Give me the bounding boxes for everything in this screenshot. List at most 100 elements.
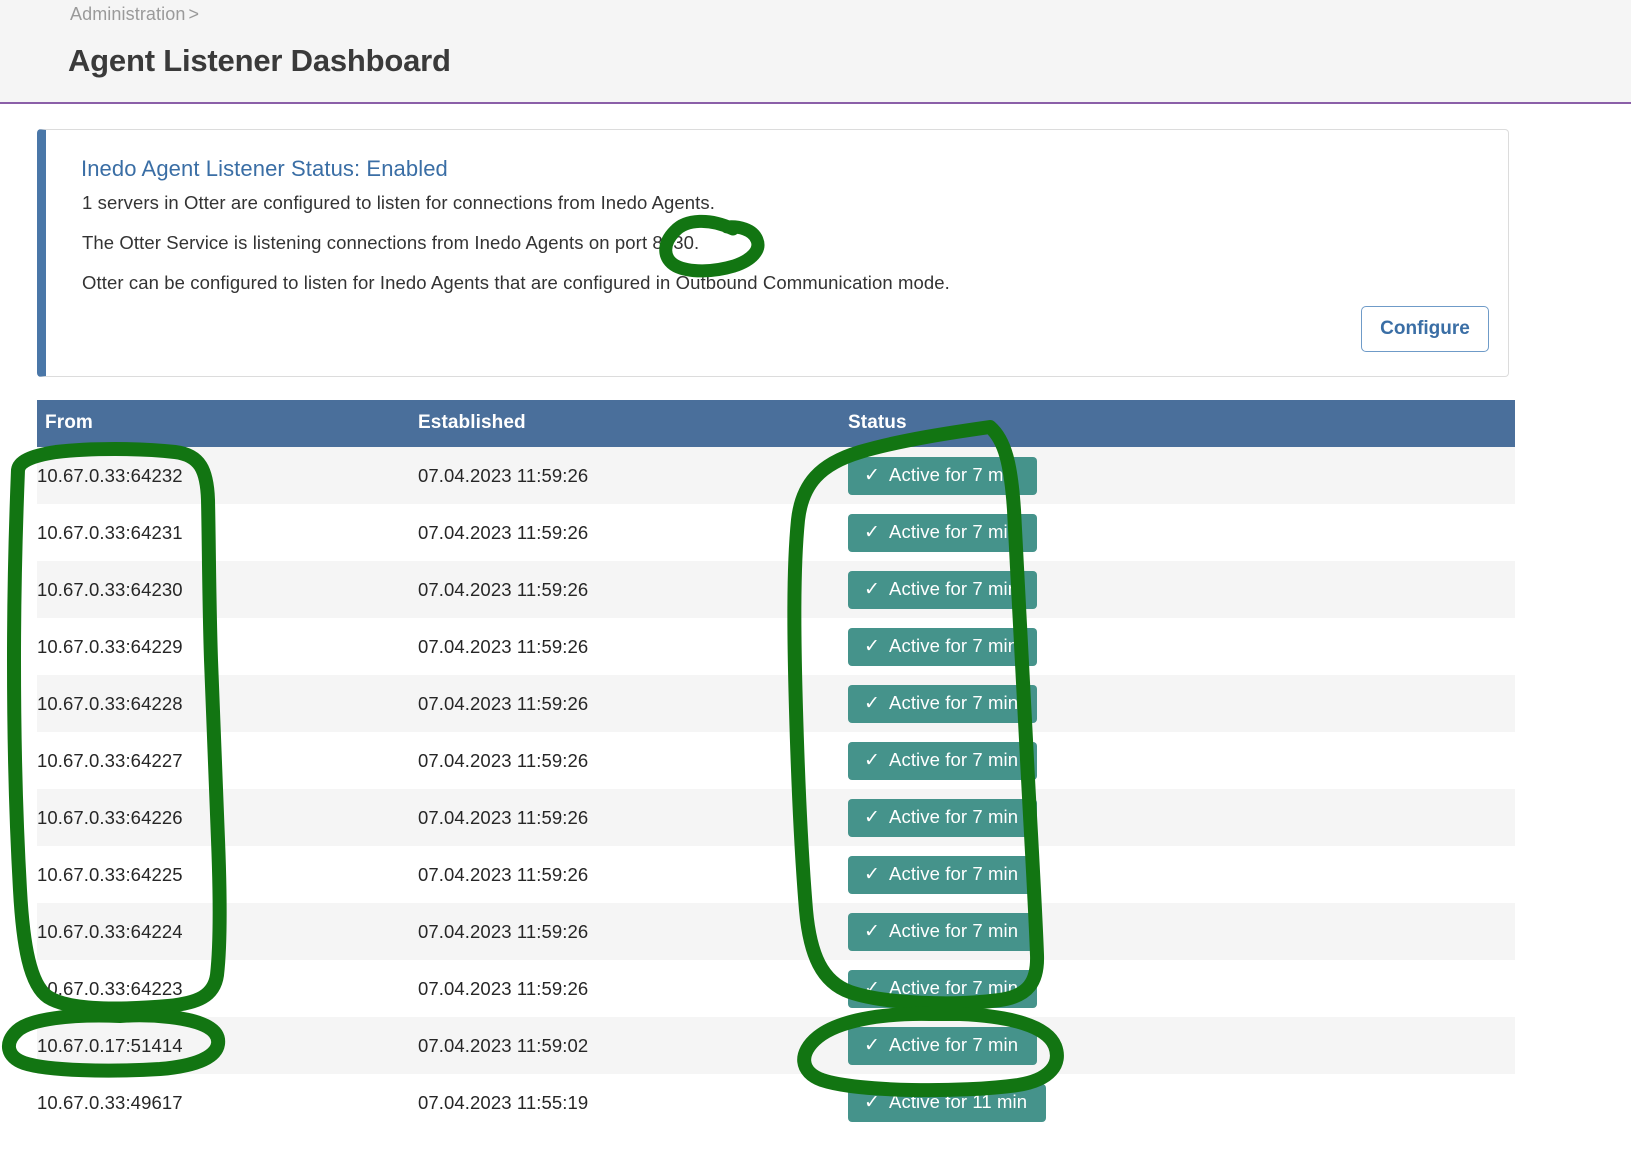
breadcrumb-separator-icon: > [188, 4, 200, 24]
cell-established: 07.04.2023 11:59:26 [418, 578, 589, 600]
breadcrumb: Administration > [70, 4, 199, 25]
cell-established: 07.04.2023 11:59:26 [418, 749, 589, 771]
check-icon: ✓ [864, 863, 881, 885]
cell-established: 07.04.2023 11:59:26 [418, 863, 589, 885]
check-icon: ✓ [864, 749, 881, 771]
cell-from: 10.67.0.33:64223 [37, 977, 183, 999]
cell-status: ✓ Active for 7 min [848, 447, 1515, 504]
status-badge[interactable]: ✓ Active for 7 min [848, 969, 1038, 1008]
status-badge-label: Active for 7 min [889, 919, 1019, 941]
check-icon: ✓ [864, 920, 881, 942]
status-badge[interactable]: ✓ Active for 7 min [848, 456, 1038, 495]
cell-from: 10.67.0.33:64226 [37, 806, 183, 828]
cell-status: ✓ Active for 7 min [848, 789, 1515, 846]
table-header-row: From Established Status [37, 400, 1515, 447]
check-icon: ✓ [864, 977, 881, 999]
check-icon: ✓ [864, 521, 881, 543]
cell-from: 10.67.0.33:64232 [37, 464, 183, 486]
cell-established: 07.04.2023 11:59:26 [418, 920, 589, 942]
status-badge-label: Active for 7 min [889, 805, 1019, 827]
check-icon: ✓ [864, 1091, 881, 1113]
cell-status: ✓ Active for 7 min [848, 903, 1515, 960]
page-title: Agent Listener Dashboard [68, 43, 451, 78]
table-body: 10.67.0.33:64232 07.04.2023 11:59:26 ✓ Acti… [37, 447, 1515, 1131]
status-badge[interactable]: ✓ Active for 7 min [848, 684, 1038, 723]
column-header-from[interactable]: From [37, 400, 418, 447]
status-badge-label: Active for 7 min [889, 748, 1019, 770]
cell-established: 07.04.2023 11:59:26 [418, 521, 589, 543]
cell-status: ✓ Active for 11 min [848, 1074, 1515, 1131]
cell-established: 07.04.2023 11:59:26 [418, 464, 589, 486]
cell-from: 10.67.0.33:64229 [37, 635, 183, 657]
cell-status: ✓ Active for 7 min [848, 846, 1515, 903]
cell-status: ✓ Active for 7 min [848, 618, 1515, 675]
cell-established: 07.04.2023 11:59:26 [418, 635, 589, 657]
agent-listener-status-panel: Inedo Agent Listener Status: Enabled 1 s… [37, 129, 1509, 377]
configure-button[interactable]: Configure [1361, 306, 1489, 352]
cell-status: ✓ Active for 7 min [848, 675, 1515, 732]
status-badge-label: Active for 7 min [889, 862, 1019, 884]
table-row[interactable]: 10.67.0.33:64223 07.04.2023 11:59:26 ✓ Acti… [37, 960, 1515, 1017]
breadcrumb-item-administration[interactable]: Administration [70, 4, 185, 24]
cell-from: 10.67.0.33:64225 [37, 863, 183, 885]
status-badge-label: Active for 7 min [889, 520, 1019, 542]
table-row[interactable]: 10.67.0.33:49617 07.04.2023 11:55:19 ✓ Acti… [37, 1074, 1515, 1131]
cell-status: ✓ Active for 7 min [848, 960, 1515, 1017]
check-icon: ✓ [864, 806, 881, 828]
check-icon: ✓ [864, 1034, 881, 1056]
table-header: From Established Status [37, 400, 1515, 447]
status-badge-label: Active for 7 min [889, 634, 1019, 656]
agent-listener-dashboard-page: Administration > Agent Listener Dashboard… [0, 0, 1631, 1175]
column-header-established[interactable]: Established [418, 400, 848, 447]
status-badge[interactable]: ✓ Active for 7 min [848, 798, 1038, 837]
check-icon: ✓ [864, 635, 881, 657]
cell-established: 07.04.2023 11:59:02 [418, 1034, 589, 1056]
status-badge[interactable]: ✓ Active for 7 min [848, 912, 1038, 951]
status-badge[interactable]: ✓ Active for 7 min [848, 1026, 1038, 1065]
status-badge-label: Active for 7 min [889, 691, 1019, 713]
status-badge[interactable]: ✓ Active for 7 min [848, 513, 1038, 552]
cell-established: 07.04.2023 11:59:26 [418, 977, 589, 999]
cell-status: ✓ Active for 7 min [848, 561, 1515, 618]
table-row[interactable]: 10.67.0.33:64227 07.04.2023 11:59:26 ✓ Acti… [37, 732, 1515, 789]
table-row[interactable]: 10.67.0.33:64230 07.04.2023 11:59:26 ✓ Acti… [37, 561, 1515, 618]
table-row[interactable]: 10.67.0.33:64224 07.04.2023 11:59:26 ✓ Acti… [37, 903, 1515, 960]
cell-status: ✓ Active for 7 min [848, 732, 1515, 789]
status-badge-label: Active for 7 min [889, 463, 1019, 485]
cell-from: 10.67.0.33:49617 [37, 1091, 183, 1113]
table-row[interactable]: 10.67.0.33:64231 07.04.2023 11:59:26 ✓ Acti… [37, 504, 1515, 561]
status-badge[interactable]: ✓ Active for 7 min [848, 570, 1038, 609]
table-row[interactable]: 10.67.0.33:64228 07.04.2023 11:59:26 ✓ Acti… [37, 675, 1515, 732]
cell-established: 07.04.2023 11:55:19 [418, 1091, 589, 1113]
page-header: Administration > Agent Listener Dashboard [0, 0, 1631, 104]
table-row[interactable]: 10.67.0.33:64232 07.04.2023 11:59:26 ✓ Acti… [37, 447, 1515, 504]
table-row[interactable]: 10.67.0.33:64226 07.04.2023 11:59:26 ✓ Acti… [37, 789, 1515, 846]
check-icon: ✓ [864, 692, 881, 714]
cell-from: 10.67.0.33:64228 [37, 692, 183, 714]
panel-text-listening-port: The Otter Service is listening connectio… [82, 232, 700, 253]
status-badge[interactable]: ✓ Active for 7 min [848, 627, 1038, 666]
agent-connections-table: From Established Status 10.67.0.33:64232… [37, 400, 1515, 1131]
check-icon: ✓ [864, 578, 881, 600]
status-badge-label: Active for 7 min [889, 976, 1019, 998]
cell-from: 10.67.0.33:64230 [37, 578, 183, 600]
column-header-status[interactable]: Status [848, 400, 1515, 447]
status-badge-label: Active for 11 min [889, 1090, 1028, 1112]
cell-status: ✓ Active for 7 min [848, 1017, 1515, 1074]
cell-from: 10.67.0.33:64224 [37, 920, 183, 942]
cell-from: 10.67.0.33:64231 [37, 521, 183, 543]
status-badge[interactable]: ✓ Active for 11 min [848, 1083, 1047, 1122]
cell-from: 10.67.0.33:64227 [37, 749, 183, 771]
table-row[interactable]: 10.67.0.33:64225 07.04.2023 11:59:26 ✓ Acti… [37, 846, 1515, 903]
panel-text-servers-configured: 1 servers in Otter are configured to lis… [82, 192, 716, 213]
status-badge[interactable]: ✓ Active for 7 min [848, 741, 1038, 780]
panel-text-outbound-mode: Otter can be configured to listen for In… [82, 272, 950, 293]
status-badge-label: Active for 7 min [889, 1033, 1019, 1055]
table-row[interactable]: 10.67.0.17:51414 07.04.2023 11:59:02 ✓ Acti… [37, 1017, 1515, 1074]
cell-established: 07.04.2023 11:59:26 [418, 692, 589, 714]
cell-status: ✓ Active for 7 min [848, 504, 1515, 561]
cell-established: 07.04.2023 11:59:26 [418, 806, 589, 828]
table-row[interactable]: 10.67.0.33:64229 07.04.2023 11:59:26 ✓ Acti… [37, 618, 1515, 675]
status-badge[interactable]: ✓ Active for 7 min [848, 855, 1038, 894]
status-badge-label: Active for 7 min [889, 577, 1019, 599]
